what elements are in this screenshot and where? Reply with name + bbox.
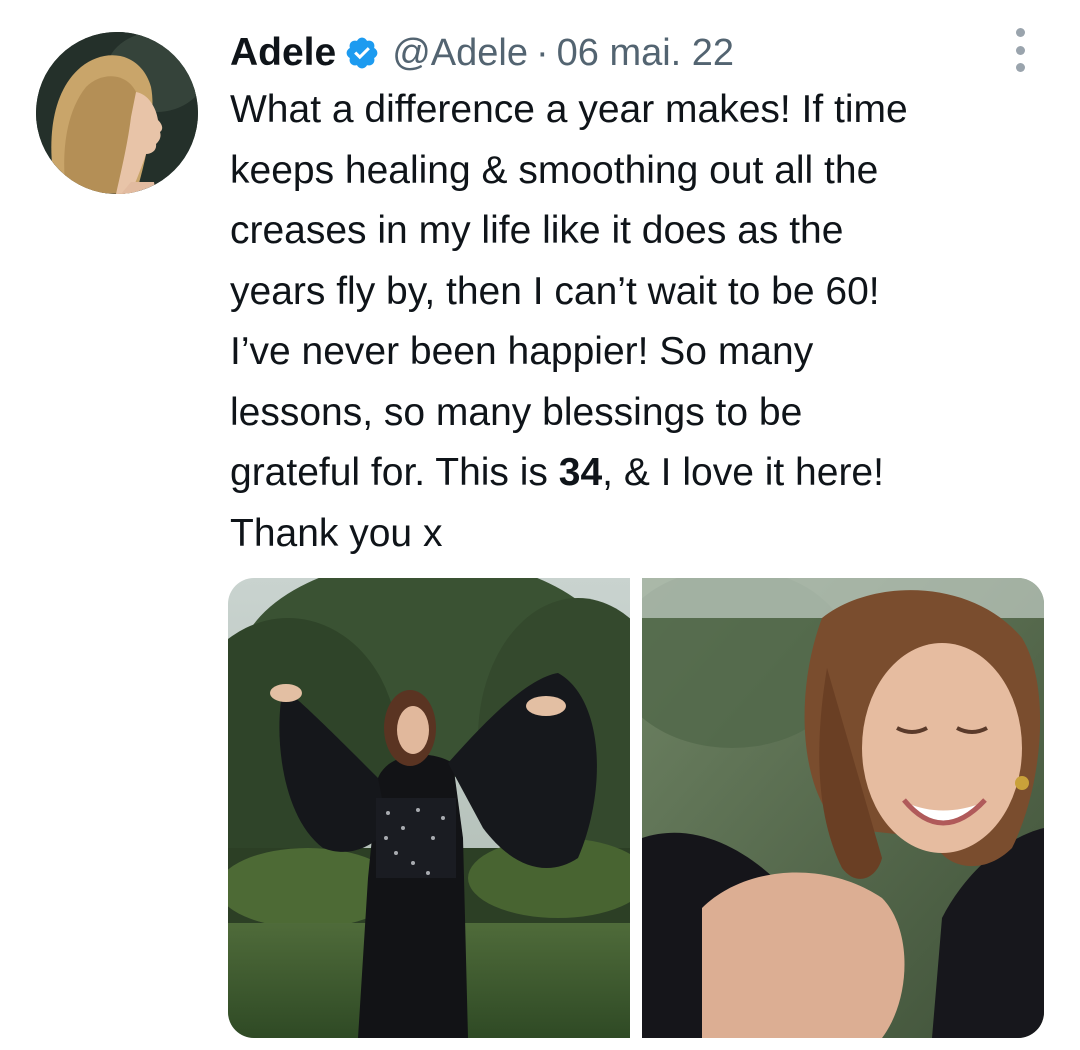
verified-badge-icon	[344, 35, 380, 71]
tweet-date[interactable]: 06 mai. 22	[557, 32, 734, 75]
tweet-header: Adele @Adele · 06 mai. 22	[230, 26, 734, 80]
smiling-hug-image	[642, 578, 1044, 1038]
avatar-portrait-image	[36, 32, 198, 194]
header-separator: ·	[535, 31, 549, 74]
garden-portrait-image	[228, 578, 630, 1038]
tweet-text-line: years fly by, then I can’t wait to be 60…	[230, 269, 880, 313]
tweet-text-line: What a difference a year makes! If time	[230, 88, 908, 131]
tweet-text-line: lessons, so many blessings to be	[230, 390, 803, 434]
more-vertical-icon[interactable]	[1000, 28, 1040, 72]
tweet-text-segment: , & I love it here!	[602, 451, 884, 494]
more-dot	[1015, 63, 1025, 72]
tweet-media-grid	[228, 578, 1044, 1038]
more-dot	[1015, 28, 1025, 37]
tweet-text-segment: grateful for. This is	[230, 451, 559, 494]
tweet-text-line: creases in my life like it does as the	[230, 209, 844, 252]
media-photo-1[interactable]	[228, 578, 630, 1038]
tweet-card[interactable]: Adele @Adele · 06 mai. 22 What a differe…	[0, 0, 1080, 1050]
author-handle[interactable]: @Adele	[392, 32, 528, 75]
profile-avatar[interactable]	[36, 32, 198, 194]
tweet-text-line: keeps healing & smoothing out all the	[230, 148, 879, 192]
tweet-text: What a difference a year makes! If time …	[230, 80, 1050, 564]
tweet-text-bold-age: 34	[558, 451, 603, 494]
tweet-text-line: Thank you x	[230, 511, 443, 555]
more-dot	[1015, 45, 1025, 55]
tweet-text-line: I’ve never been happier! So many	[230, 330, 814, 373]
author-display-name[interactable]: Adele	[230, 31, 336, 75]
tweet-text-line: grateful for. This is 34, & I love it he…	[230, 443, 1050, 504]
media-photo-2[interactable]	[642, 578, 1044, 1038]
